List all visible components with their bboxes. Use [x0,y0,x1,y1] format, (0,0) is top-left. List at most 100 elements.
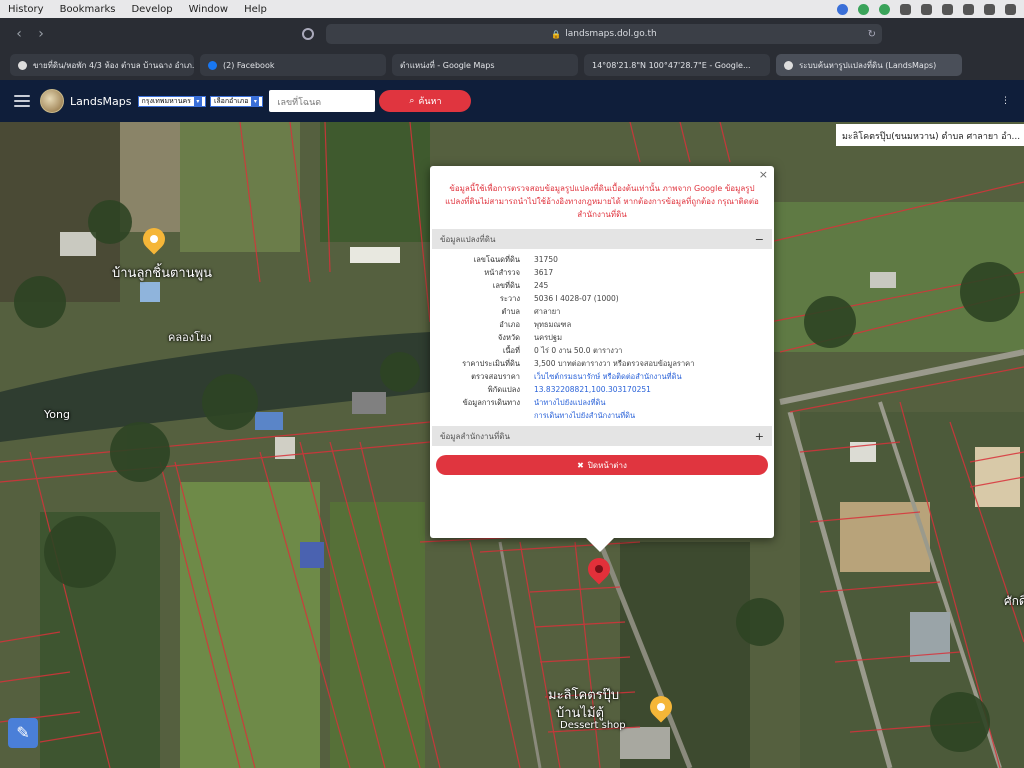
tab-google-maps-coords[interactable]: 14°08'21.8"N 100°47'28.7"E - Google... [0,54,770,149]
wifi-icon[interactable] [984,3,995,15]
display-icon[interactable] [921,3,932,15]
disclaimer-notice: ข้อมูลนี้ใช้เพื่อการตรวจสอบข้อมูลรูปแปลง… [445,184,759,219]
close-popup-button[interactable]: ✖ ปิดหน้าต่าง [436,455,768,475]
tab-strip: ขายที่ดิน/หอพัก 4/3 ห้อง ตำบล บ้านฉาง อำ… [0,50,1024,149]
detail-key: เลขที่ดิน [492,280,520,290]
detail-row: ราคาประเมินที่ดิน 3,500 บาทต่อตารางวา หรื… [430,357,774,370]
detail-value: 31750 [534,255,558,264]
keyboard-icon[interactable] [942,3,953,15]
tab-landsmaps[interactable]: ระบบค้นหารูปแปลงที่ดิน (LandsMaps) [776,54,962,76]
detail-row: เลขโฉนดที่ดิน 31750 [430,253,774,266]
search-icon: ⌕ [409,96,415,106]
reload-icon[interactable]: ↻ [868,29,876,40]
detail-key: ราคาประเมินที่ดิน [462,358,520,368]
draw-tool-icon[interactable]: ✎ [8,718,38,748]
menu-icon[interactable] [14,95,30,107]
menu-help[interactable]: Help [236,4,275,15]
battery-icon[interactable] [1005,3,1016,15]
detail-key: พิกัดแปลง [487,384,520,394]
home-icon [18,60,27,70]
expand-icon[interactable]: + [755,430,764,443]
detail-value: 245 [534,281,549,290]
logo [40,89,64,113]
tab-label: ระบบค้นหารูปแปลงที่ดิน (LandsMaps) [799,60,937,70]
detail-key: ระวาง [499,293,520,303]
menu-develop[interactable]: Develop [123,4,180,15]
price-check-link[interactable]: เว็บไซต์กรมธนารักษ์ หรือติดต่อสำนักงานที… [534,371,682,383]
menu-bookmarks[interactable]: Bookmarks [52,4,124,15]
detail-row: อำเภอ พุทธมณฑล [430,318,774,331]
navigate-office-link[interactable]: การเดินทางไปยังสำนักงานที่ดิน [534,410,635,422]
tab-listing[interactable]: ขายที่ดิน/หอพัก 4/3 ห้อง ตำบล บ้านฉาง อำ… [10,54,194,76]
detail-row: ตรวจสอบราคา เว็บไซต์กรมธนารักษ์ หรือติดต่… [430,370,774,383]
map-label-edge: ศักดิ์ [1004,594,1024,608]
search-button-label: ค้นหา [418,97,442,107]
tab-google-maps[interactable]: ตำแหน่งที่ - Google Maps [0,54,578,149]
parcel-details: เลขโฉนดที่ดิน 31750 หน้าสำรวจ 3617 เลขที่ด… [430,249,774,426]
tab-label: (2) Facebook [223,60,275,70]
tab-label: 14°08'21.8"N 100°47'28.7"E - Google... [592,60,751,70]
detail-key: เนื้อที่ [502,345,520,355]
close-popup-label: ปิดหน้าต่าง [587,460,627,470]
map-label-village: บ้านลูกชิ้นตานพูน [112,266,213,281]
detail-row: จังหวัด นครปฐม [430,331,774,344]
detail-row: พิกัดแปลง 13.832208821,100.303170251 [430,383,774,396]
lock-icon: 🔒 [551,29,562,39]
user-icon[interactable]: ⋮ [1001,96,1010,106]
brand-name: LandsMaps [70,94,132,108]
deed-number-input[interactable]: เลขที่โฉนด [269,90,376,112]
detail-value: 3617 [534,268,554,277]
bluetooth-icon[interactable] [963,3,974,15]
detail-value: 3,500 บาทต่อตารางวา หรือตรวจสอบข้อมูลราค… [534,358,695,368]
section-land-office[interactable]: ข้อมูลสำนักงานที่ดิน + [432,426,772,446]
detail-key: ตำบล [501,306,520,316]
messaging-icon[interactable] [879,3,890,15]
place-tooltip: มะลิโคตรปุ๊บ(ขนมหวาน) ตำบล ศาลายา อำ... [836,124,1024,146]
detail-value: ศาลายา [534,306,561,316]
collapse-icon[interactable]: − [755,233,764,246]
detail-key: หน้าสำรวจ [484,267,520,277]
menu-history[interactable]: History [0,4,52,15]
detail-value: 5036 I 4028-07 (1000) [534,294,619,303]
district-select-value: เลือกอำเภอ [213,96,249,105]
section-parcel-info[interactable]: ข้อมูลแปลงที่ดิน − [432,229,772,249]
phone-icon[interactable] [858,3,869,15]
close-icon[interactable]: × [759,168,768,181]
chevron-down-icon: ▾ [193,96,202,106]
map-label-cafe-en: Dessert shop [560,720,626,731]
detail-key: อำเภอ [499,319,520,329]
detail-key: จังหวัด [497,332,520,342]
url-text: landsmaps.dol.go.th [565,29,657,39]
detail-row: ระวาง 5036 I 4028-07 (1000) [430,292,774,305]
tab-label: ตำแหน่งที่ - Google Maps [400,60,495,70]
detail-row: เลขที่ดิน 245 [430,279,774,292]
detail-row: เนื้อที่ 0 ไร่ 0 งาน 50.0 ตารางวา [430,344,774,357]
detail-key: เลขโฉนดที่ดิน [473,254,520,264]
province-select[interactable]: กรุงเทพมหานคร ▾ [137,95,206,107]
back-icon[interactable]: ‹ [8,26,30,42]
menu-window[interactable]: Window [181,4,236,15]
app-icon[interactable] [900,3,911,15]
address-bar[interactable]: 🔒 landsmaps.dol.go.th ↻ [326,24,882,44]
parcel-info-popup: × ข้อมูลนี้ใช้เพื่อการตรวจสอบข้อมูลรูปแป… [430,166,774,552]
detail-row: หน้าสำรวจ 3617 [430,266,774,279]
navigate-parcel-link[interactable]: นำทางไปยังแปลงที่ดิน [534,397,606,409]
vpn-icon[interactable] [837,3,848,15]
browser-chrome: ‹ › 🔒 landsmaps.dol.go.th ↻ ขายที่ดิน/หอ… [0,18,1024,149]
map-label-canal: คลองโยง [168,331,212,344]
district-select[interactable]: เลือกอำเภอ ▾ [209,95,264,107]
coordinates-link[interactable]: 13.832208821,100.303170251 [534,385,651,394]
chevron-down-icon: ▾ [251,96,260,106]
privacy-shield-icon[interactable] [302,28,314,40]
section-title: ข้อมูลสำนักงานที่ดิน [440,431,510,441]
close-icon: ✖ [577,460,584,470]
search-button[interactable]: ⌕ ค้นหา [379,90,472,112]
detail-row: การเดินทางไปยังสำนักงานที่ดิน [430,409,774,422]
province-select-value: กรุงเทพมหานคร [141,96,191,105]
tab-facebook[interactable]: (2) Facebook [200,54,386,76]
landsmaps-icon [784,60,793,70]
detail-row: ตำบล ศาลายา [430,305,774,318]
detail-key: ข้อมูลการเดินทาง [462,397,520,407]
forward-icon[interactable]: › [30,26,52,42]
tab-label: ขายที่ดิน/หอพัก 4/3 ห้อง ตำบล บ้านฉาง อำ… [33,60,194,70]
